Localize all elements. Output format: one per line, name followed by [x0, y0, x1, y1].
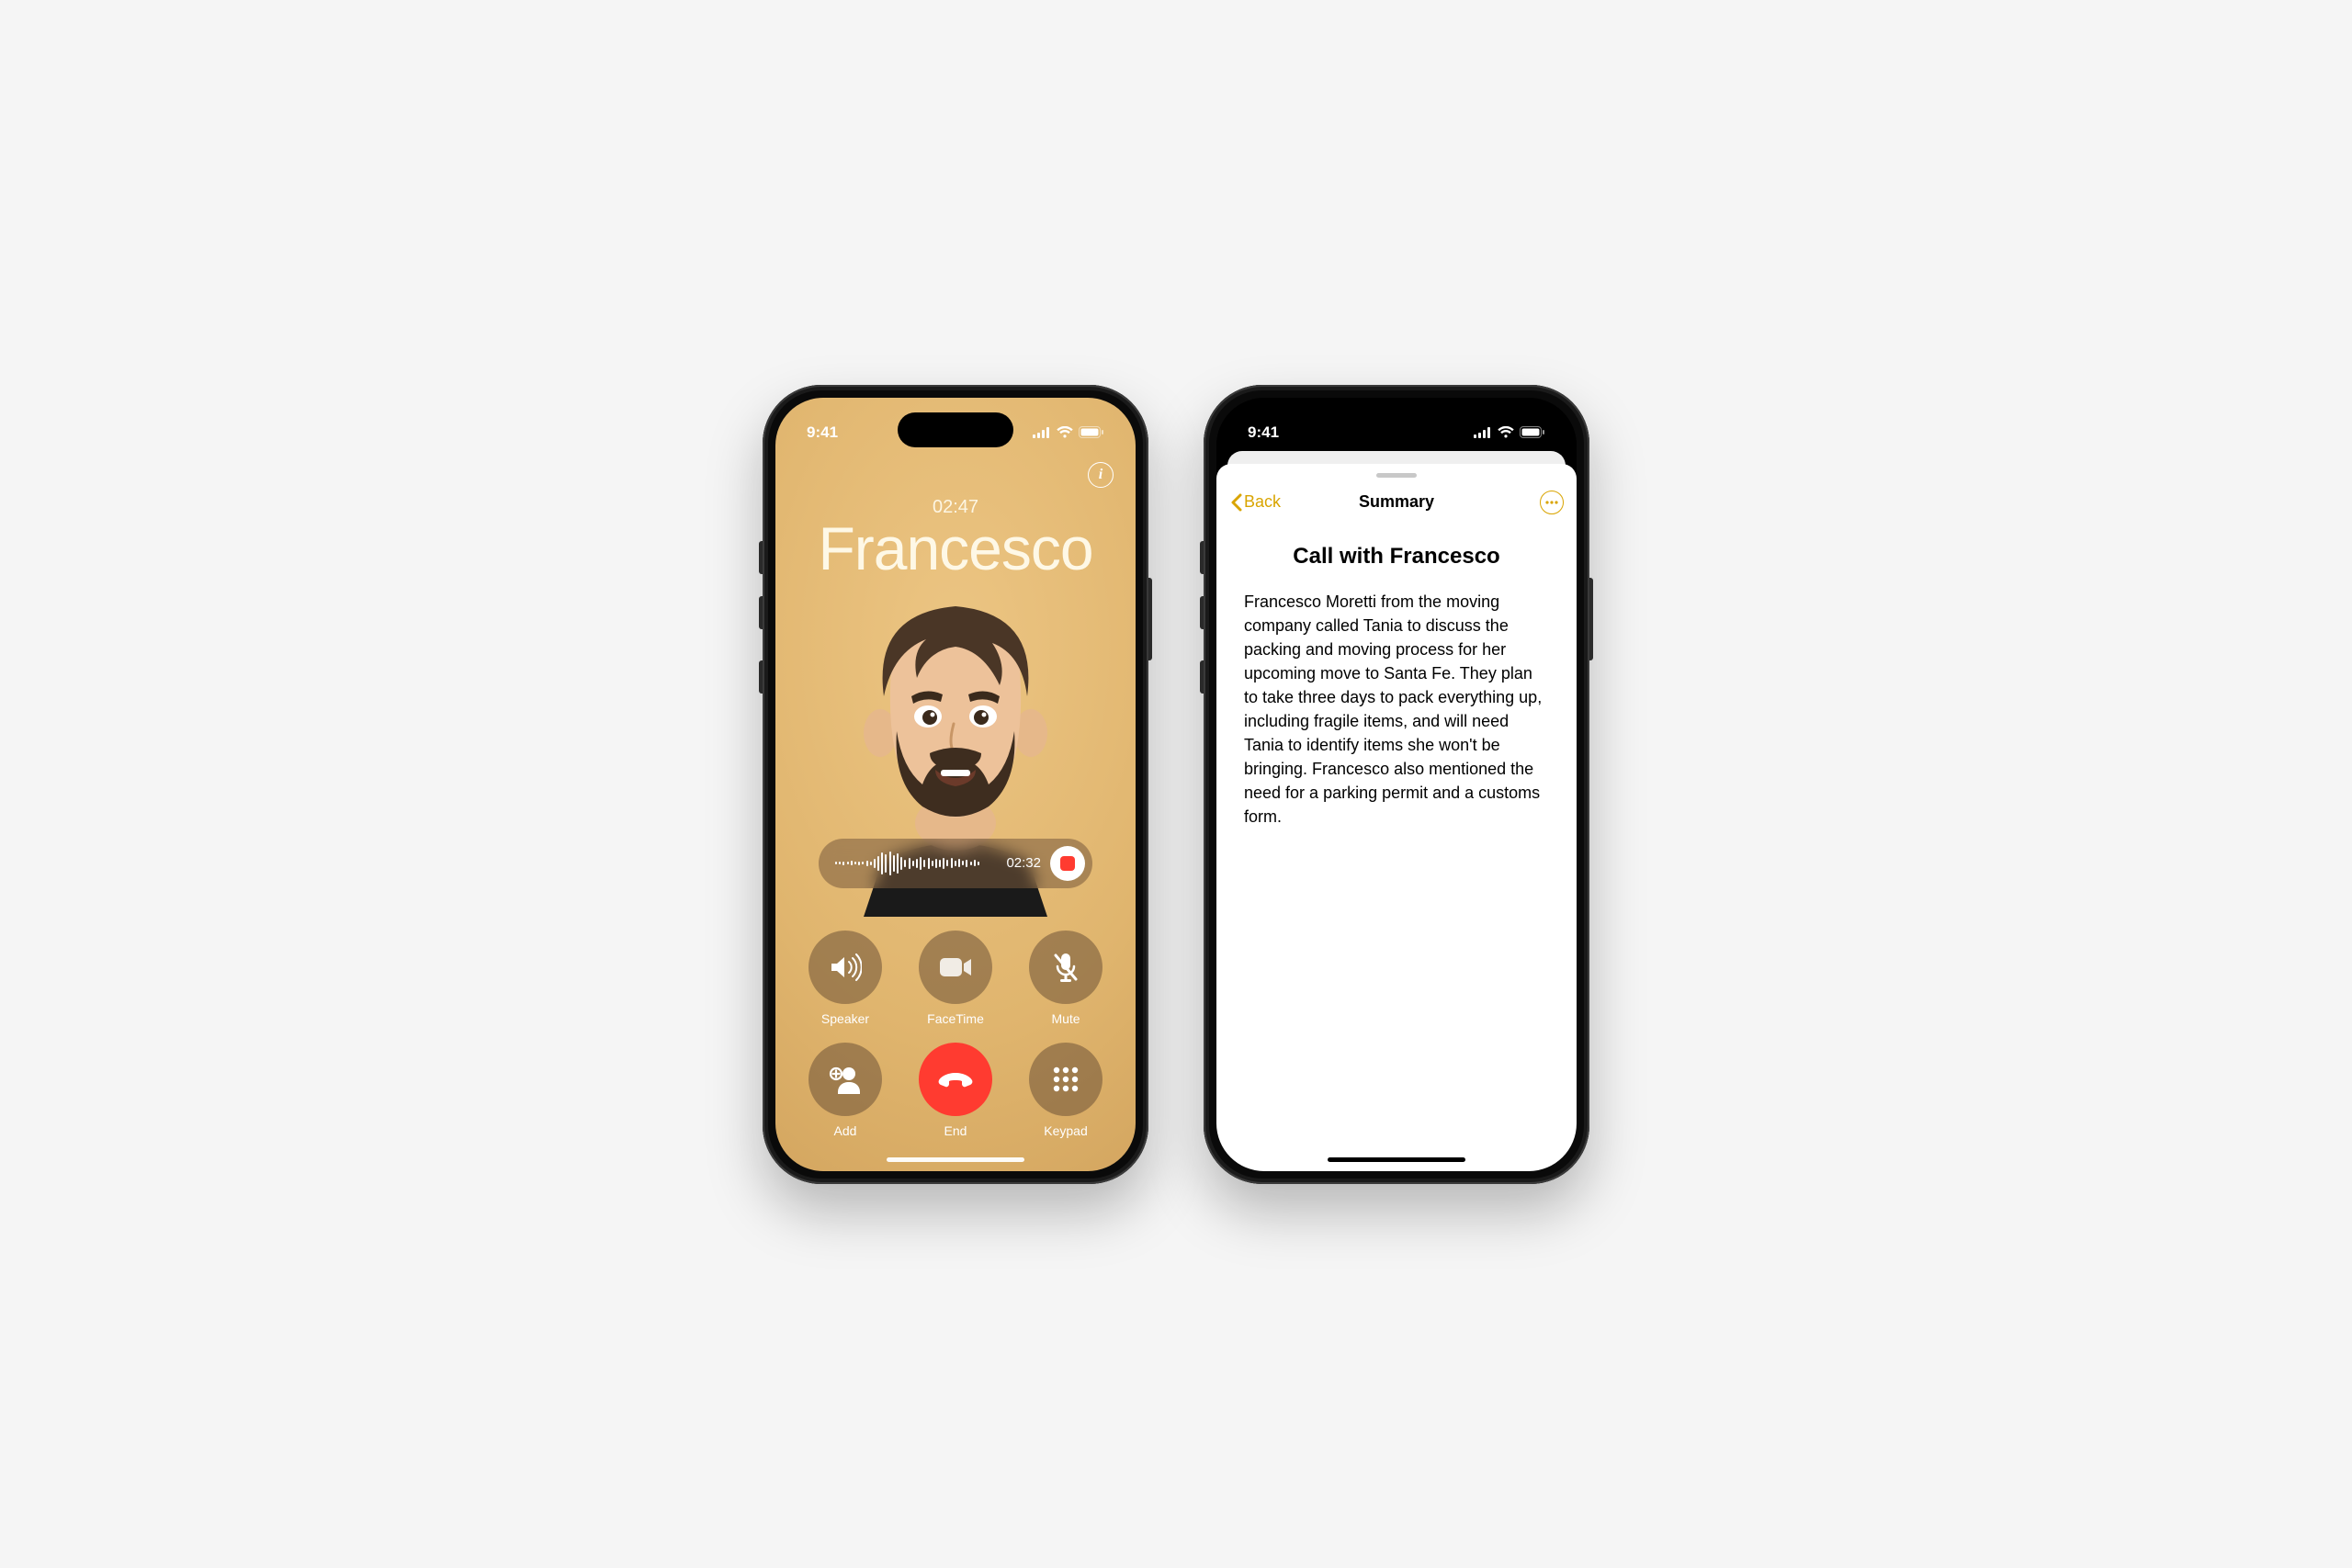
chevron-left-icon: [1229, 493, 1242, 512]
note-title: Call with Francesco: [1244, 544, 1549, 570]
keypad-label: Keypad: [1024, 1123, 1107, 1138]
iphone-frame-left: 9:41 i 02:47 Francesco: [763, 385, 1148, 1184]
end-call-button[interactable]: [919, 1043, 992, 1116]
screen-call: 9:41 i 02:47 Francesco: [775, 398, 1136, 1171]
home-indicator[interactable]: [887, 1157, 1024, 1162]
speaker-icon: [829, 953, 862, 981]
dynamic-island: [898, 412, 1013, 447]
speaker-label: Speaker: [804, 1011, 887, 1026]
cellular-icon: [1474, 427, 1492, 438]
note-content: Call with Francesco Francesco Moretti fr…: [1216, 520, 1577, 853]
summary-sheet: Back Summary Call with Francesco Frances…: [1216, 464, 1577, 1171]
sheet-title: Summary: [1359, 492, 1434, 512]
status-time: 9:41: [807, 423, 838, 442]
add-person-icon: [829, 1065, 862, 1094]
facetime-label: FaceTime: [914, 1011, 997, 1026]
mute-icon: [1052, 952, 1080, 983]
recording-duration: 02:32: [1006, 855, 1041, 871]
back-button[interactable]: Back: [1229, 492, 1281, 512]
recording-indicator[interactable]: 02:32: [819, 839, 1092, 888]
dynamic-island: [1339, 412, 1454, 447]
end-label: End: [914, 1123, 997, 1138]
end-call-icon: [937, 1071, 974, 1088]
more-button[interactable]: [1540, 491, 1564, 514]
facetime-icon: [938, 955, 973, 979]
info-button[interactable]: i: [1088, 462, 1114, 488]
stop-record-button[interactable]: [1050, 846, 1085, 881]
status-time: 9:41: [1248, 423, 1279, 442]
battery-icon: [1079, 426, 1104, 438]
wifi-icon: [1057, 426, 1073, 438]
iphone-frame-right: 9:41 Back Summary Call with Fra: [1204, 385, 1589, 1184]
screen-notes: 9:41 Back Summary Call with Fra: [1216, 398, 1577, 1171]
cellular-icon: [1033, 427, 1051, 438]
keypad-icon: [1052, 1066, 1080, 1093]
speaker-button[interactable]: [808, 931, 882, 1004]
sheet-grabber[interactable]: [1376, 473, 1417, 478]
call-controls: Speaker FaceTime: [775, 931, 1136, 1138]
add-label: Add: [804, 1123, 887, 1138]
info-icon: i: [1099, 468, 1102, 482]
battery-icon: [1520, 426, 1545, 438]
sheet-header: Back Summary: [1216, 485, 1577, 520]
ellipsis-icon: [1545, 501, 1558, 504]
home-indicator[interactable]: [1328, 1157, 1465, 1162]
status-icons: [1474, 426, 1545, 438]
keypad-button[interactable]: [1029, 1043, 1102, 1116]
contact-name: Francesco: [775, 513, 1136, 583]
mute-label: Mute: [1024, 1011, 1107, 1026]
note-body: Francesco Moretti from the moving compan…: [1244, 590, 1549, 829]
facetime-button[interactable]: [919, 931, 992, 1004]
add-call-button[interactable]: [808, 1043, 882, 1116]
mute-button[interactable]: [1029, 931, 1102, 1004]
wifi-icon: [1498, 426, 1514, 438]
back-label: Back: [1244, 492, 1281, 512]
status-icons: [1033, 426, 1104, 438]
waveform-icon: [835, 851, 997, 876]
